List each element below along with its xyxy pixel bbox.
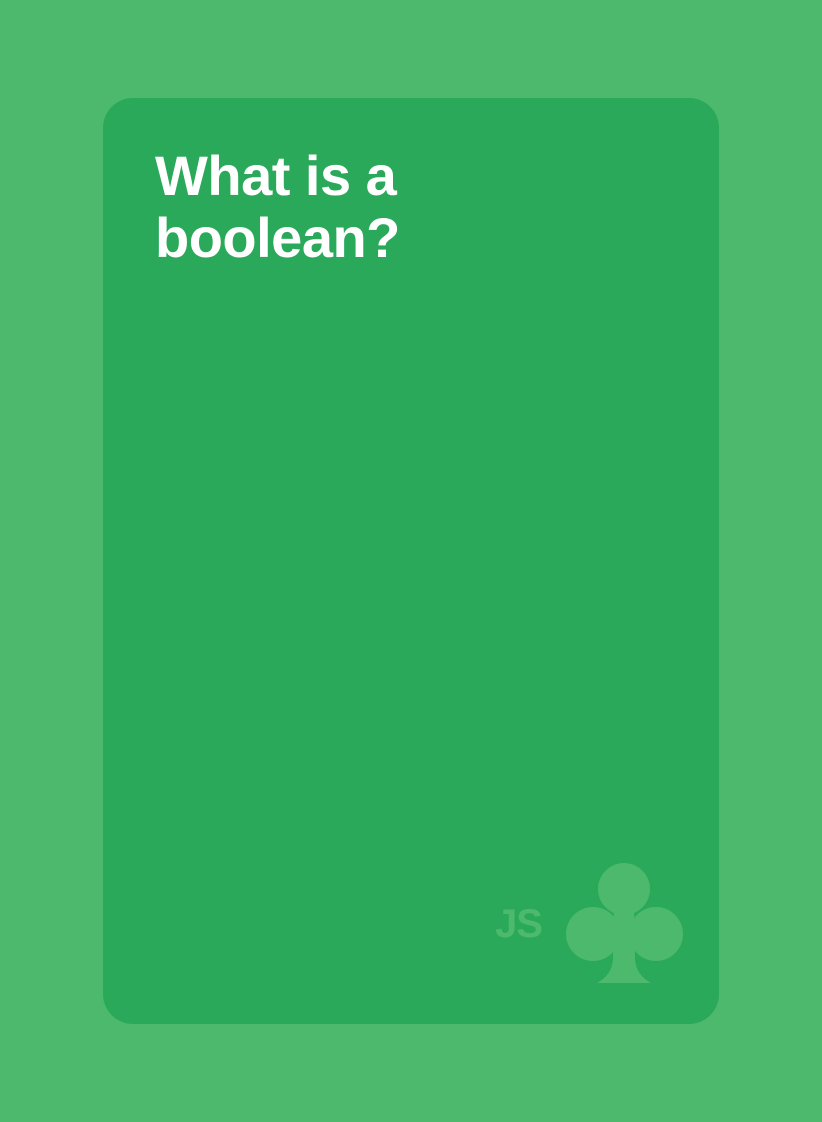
brand-label: JS <box>495 902 543 946</box>
page: What is a boolean? JS <box>0 0 822 1122</box>
club-icon <box>566 863 683 983</box>
brand-mark: JS <box>495 858 695 988</box>
question-text: What is a boolean? <box>155 144 400 269</box>
flash-card: What is a boolean? JS <box>103 98 719 1024</box>
